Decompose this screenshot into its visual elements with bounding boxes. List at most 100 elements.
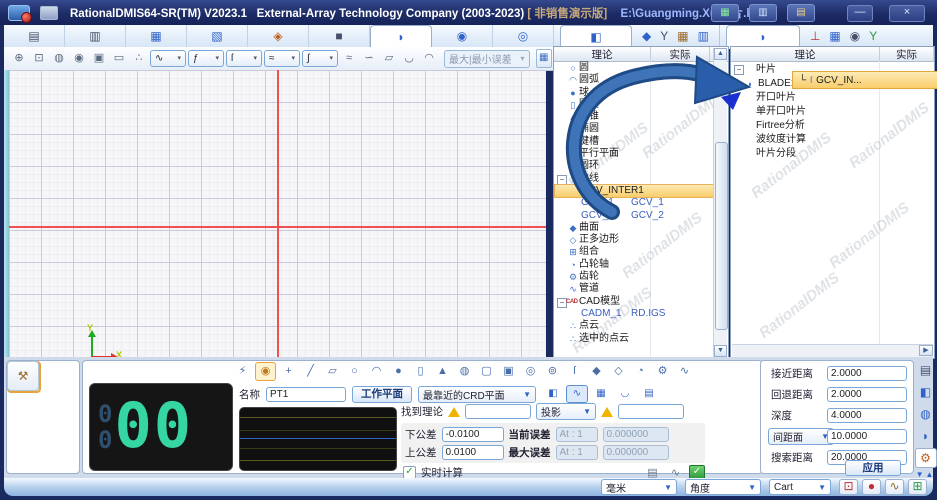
close-button[interactable]: ×: [889, 5, 925, 22]
tree-item[interactable]: ▲ 圆锥: [555, 111, 713, 123]
minimize-button[interactable]: —: [847, 5, 873, 22]
tab-display-icon[interactable]: ▧: [187, 25, 248, 47]
tree-item[interactable]: GCV_1 GCV_1: [555, 197, 713, 209]
coordinate-dropdown[interactable]: Cart▼: [769, 479, 831, 495]
tree-item[interactable]: 波纹度计算: [732, 133, 932, 147]
tree-item[interactable]: Firtree分析: [732, 119, 932, 133]
monitor-calc-icon[interactable]: ▥: [749, 4, 777, 22]
workplane-button[interactable]: 工作平面: [352, 386, 412, 403]
vprobe-side-icon[interactable]: ◗: [915, 426, 937, 446]
cylinder-feature-icon[interactable]: ▯: [411, 363, 430, 380]
surface-feature-icon[interactable]: ◆: [587, 363, 606, 380]
expand-toggle-icon[interactable]: −: [557, 175, 567, 185]
scroll-down-icon[interactable]: ▼: [714, 345, 727, 357]
errorband-upper-icon[interactable]: ≈: [340, 50, 358, 67]
search-side-icon[interactable]: ◍: [915, 404, 937, 424]
actual-column-header[interactable]: 实际: [880, 47, 934, 61]
round-feature-icon[interactable]: ⊚: [543, 363, 562, 380]
tree-item[interactable]: 开口叶片: [732, 91, 932, 105]
tree-item[interactable]: ▣ 平行平面: [555, 148, 713, 160]
tree-item[interactable]: ◔ 凸轮轴: [555, 259, 713, 271]
settings-side-icon[interactable]: ⚙: [915, 448, 937, 468]
solid-model-icon[interactable]: ◆: [642, 30, 651, 42]
line-feature-icon[interactable]: ╱: [301, 363, 320, 380]
orbit-icon[interactable]: ◍: [50, 50, 68, 67]
tab-evaluate-icon[interactable]: ◉: [432, 25, 493, 47]
camera-icon[interactable]: ◉: [850, 30, 860, 42]
scroll-right-icon[interactable]: ▶: [919, 345, 933, 356]
estop-status-icon[interactable]: ●: [862, 479, 881, 495]
torus-feature-icon[interactable]: ◎: [521, 363, 540, 380]
grid-icon[interactable]: ▦: [829, 30, 840, 42]
frame-status-icon[interactable]: ⊡: [839, 479, 858, 495]
probe-y-icon[interactable]: Y: [660, 30, 668, 42]
horizontal-scrollbar[interactable]: ▶: [732, 344, 933, 357]
retract-distance-input[interactable]: 2.0000: [827, 387, 907, 402]
expand-toggle-icon[interactable]: −: [734, 65, 744, 75]
tree-item[interactable]: GCV_INTER1: [555, 185, 713, 197]
probe-cal-icon[interactable]: Y: [869, 30, 877, 42]
tree-item[interactable]: ⚙ 齿轮: [555, 271, 713, 283]
scroll-up-icon[interactable]: ▲: [714, 48, 727, 60]
apply-button[interactable]: 应用: [845, 460, 901, 476]
actual-column-header[interactable]: 实际: [651, 47, 710, 61]
spacing-plane-dropdown[interactable]: 间距面▼: [768, 428, 834, 445]
report-grid-button[interactable]: ▦: [536, 49, 553, 68]
angle-toggle[interactable]: ◡: [614, 385, 636, 403]
tree-scrollbar[interactable]: ▲ ▼: [713, 48, 727, 357]
app-icon[interactable]: [8, 5, 30, 21]
lower-tolerance-input[interactable]: -0.0100: [442, 427, 504, 442]
arc-up-icon[interactable]: ◡: [400, 50, 418, 67]
tab-colors-icon[interactable]: ◈: [248, 25, 309, 47]
joystick-status-icon[interactable]: ⊞: [908, 479, 927, 495]
projection-dropdown[interactable]: 投影▼: [536, 403, 596, 420]
tree-item[interactable]: ▯ 圆柱: [555, 99, 713, 111]
tree-item[interactable]: GCV_2 GCV_2: [555, 210, 713, 222]
gear-feature-icon[interactable]: ⚙: [653, 363, 672, 380]
tree-item[interactable]: ∴ 点云: [555, 320, 713, 332]
whisker-normal-icon[interactable]: ∿: [150, 50, 186, 67]
ellipse-feature-icon[interactable]: ◍: [455, 363, 474, 380]
tab-measure-icon[interactable]: ◗: [370, 25, 432, 49]
tree-item[interactable]: ∿ 管道: [555, 283, 713, 295]
depth-input[interactable]: 4.0000: [827, 408, 907, 423]
tree-item[interactable]: ◆ 曲面: [555, 222, 713, 234]
pipe-feature-icon[interactable]: ∿: [675, 363, 694, 380]
whisker-band-icon[interactable]: ≈: [264, 50, 300, 67]
controller-icon[interactable]: ▦: [711, 4, 739, 22]
tree-item[interactable]: − ſ 曲线: [555, 173, 713, 185]
menu-icon[interactable]: [40, 6, 58, 20]
tab-calculator-icon[interactable]: ▦: [126, 25, 187, 47]
cone-feature-icon[interactable]: ▲: [433, 363, 452, 380]
circle-feature-icon[interactable]: ○: [345, 363, 364, 380]
print-side-icon[interactable]: ▤: [915, 360, 937, 380]
whisker-curve-icon[interactable]: ſ: [226, 50, 262, 67]
tree-item[interactable]: 叶片分段: [732, 147, 932, 161]
tree-item[interactable]: ◠ 圆弧: [555, 74, 713, 86]
parallel-planes-icon[interactable]: ▣: [499, 363, 518, 380]
approach-distance-input[interactable]: 2.0000: [827, 366, 907, 381]
errorband-lower-icon[interactable]: ∽: [360, 50, 378, 67]
error-mode-dropdown[interactable]: 最大|最小误差 ▾: [444, 50, 530, 68]
pan-icon[interactable]: ⊕: [10, 50, 28, 67]
probe-count-toggle[interactable]: ◧: [542, 385, 564, 403]
capture-icon[interactable]: ▣: [90, 50, 108, 67]
graph-toggle[interactable]: ∿: [566, 385, 588, 403]
tree-item[interactable]: − CAD CAD模型: [555, 296, 713, 308]
monitor-icon[interactable]: ▥: [698, 30, 709, 42]
tree-item[interactable]: ● 球: [555, 87, 713, 99]
eye-view-icon[interactable]: ◉: [70, 50, 88, 67]
tree-item[interactable]: ◇ 正多边形: [555, 234, 713, 246]
theory-column-header[interactable]: 理论: [554, 47, 651, 61]
axes-feature-icon[interactable]: +: [279, 363, 298, 380]
find-theory-input[interactable]: [465, 404, 531, 419]
scroll-thumb[interactable]: [715, 142, 728, 330]
angle-dropdown[interactable]: 角度▼: [685, 479, 761, 495]
projection-input[interactable]: [618, 404, 684, 419]
pen-status-icon[interactable]: ∿: [885, 479, 904, 495]
probe-cast-icon[interactable]: ⚡: [233, 363, 252, 380]
spacing-input[interactable]: 10.0000: [827, 429, 907, 444]
axes-icon[interactable]: ⊥: [810, 30, 820, 42]
tree-item[interactable]: ◎ 圆环: [555, 160, 713, 172]
point-feature-icon[interactable]: ◉: [255, 362, 276, 381]
